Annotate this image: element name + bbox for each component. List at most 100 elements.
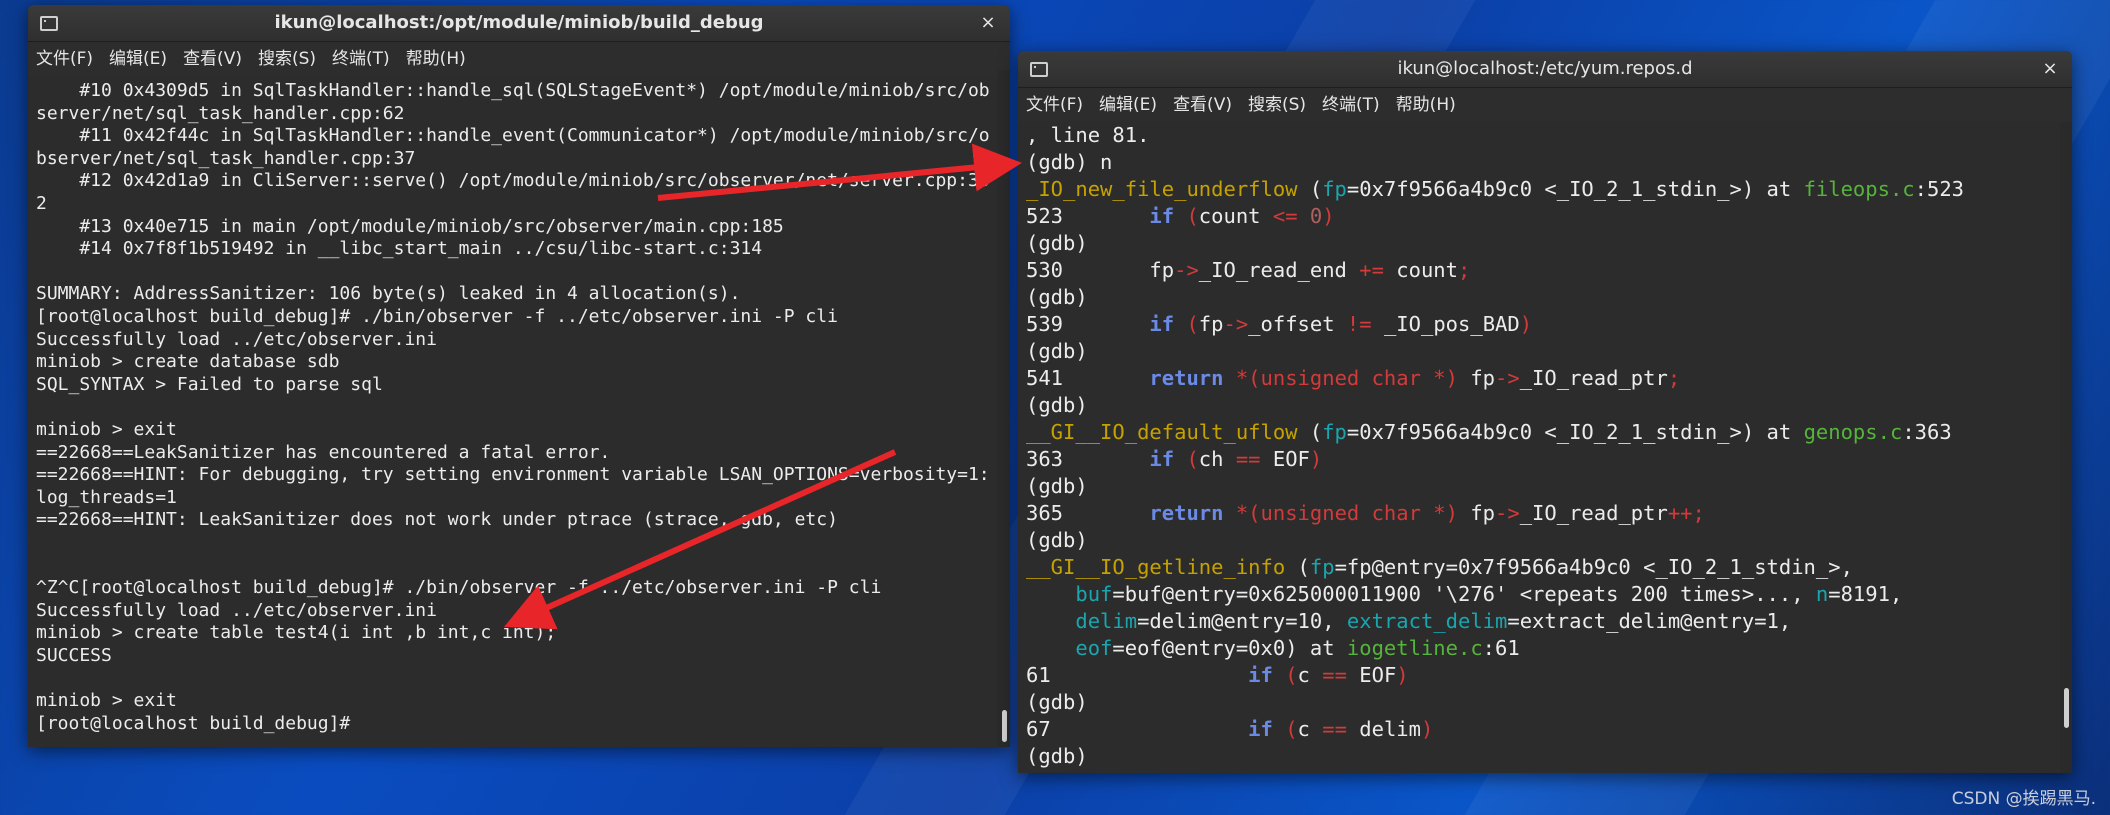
gdb-line: (gdb) xyxy=(1026,473,2060,500)
terminal-line: #11 0x42f44c in SqlTaskHandler::handle_e… xyxy=(36,125,990,147)
right-window-titlebar[interactable]: ikun@localhost:/etc/yum.repos.d × xyxy=(1018,51,2072,88)
right-window-title: ikun@localhost:/etc/yum.repos.d xyxy=(1397,58,1693,79)
right-terminal-output[interactable]: , line 81. (gdb) n _IO_new_file_underflow … xyxy=(1018,122,2060,773)
right-window-menubar: 文件(F) 编辑(E) 查看(V) 搜索(S) 终端(T) 帮助(H) xyxy=(1018,88,2072,116)
gdb-token: extract_delim xyxy=(1346,609,1508,633)
gdb-line: delim=delim@entry=10, extract_delim=extr… xyxy=(1026,608,2060,635)
left-window-menubar: 文件(F) 编辑(E) 查看(V) 搜索(S) 终端(T) 帮助(H) xyxy=(28,42,1010,70)
gdb-token xyxy=(1298,204,1310,228)
gdb-token: _IO_read_end xyxy=(1198,258,1360,282)
gdb-token: ( xyxy=(1285,555,1310,579)
menu-file[interactable]: 文件(F) xyxy=(36,44,93,69)
gdb-line: 541 return *(unsigned char *) fp->_IO_re… xyxy=(1026,365,2060,392)
gdb-token: -> xyxy=(1495,501,1520,525)
terminal-line: SUMMARY: AddressSanitizer: 106 byte(s) l… xyxy=(36,283,741,305)
gdb-token: ; xyxy=(1667,366,1681,390)
close-icon[interactable]: × xyxy=(2038,51,2062,87)
gdb-line: 363 if (ch == EOF) xyxy=(1026,446,2060,473)
gdb-token: ( xyxy=(1297,177,1323,201)
gdb-token: fp xyxy=(1458,366,1496,390)
gdb-token: ) xyxy=(1519,312,1533,336)
right-scrollbar-thumb[interactable] xyxy=(2064,688,2069,728)
gdb-token: :61 xyxy=(1482,636,1520,660)
menu-help[interactable]: 帮助(H) xyxy=(1396,90,1456,115)
gdb-token: (gdb) xyxy=(1026,744,1088,768)
terminal-line: [root@localhost build_debug]# ./bin/obse… xyxy=(36,305,838,327)
gdb-token xyxy=(1026,582,1075,606)
gdb-line: __GI__IO_getline_info (fp=fp@entry=0x7f9… xyxy=(1026,554,2060,581)
menu-terminal[interactable]: 终端(T) xyxy=(1322,90,1380,115)
gdb-token: fp xyxy=(1322,420,1347,444)
gdb-token: ) xyxy=(1309,447,1323,471)
gdb-token: EOF xyxy=(1260,447,1310,471)
gdb-line: _IO_new_file_underflow (fp=0x7f9566a4b9c… xyxy=(1026,176,2060,203)
terminal-line: 2 xyxy=(36,192,47,214)
terminal-line: Successfully load ../etc/observer.ini xyxy=(36,328,437,350)
gdb-token: =delim@entry=10, xyxy=(1137,609,1347,633)
gdb-token: ) xyxy=(1322,204,1335,228)
gdb-token: ( xyxy=(1186,204,1199,228)
menu-search[interactable]: 搜索(S) xyxy=(1248,90,1306,115)
menu-view[interactable]: 查看(V) xyxy=(183,44,242,69)
left-terminal-output[interactable]: #10 0x4309d5 in SqlTaskHandler::handle_s… xyxy=(28,76,998,747)
terminal-line: ==22668==HINT: For debugging, try settin… xyxy=(36,464,990,486)
terminal-line: #12 0x42d1a9 in CliServer::serve() /opt/… xyxy=(36,170,990,192)
gdb-token: return xyxy=(1149,501,1224,525)
gdb-token: 523 xyxy=(1026,204,1150,228)
gdb-token: delim xyxy=(1075,609,1138,633)
terminal-line: miniob > exit xyxy=(36,418,177,440)
close-icon[interactable]: × xyxy=(976,5,1000,41)
gdb-token: 363 xyxy=(1026,447,1150,471)
gdb-token: 365 xyxy=(1026,501,1150,525)
terminal-line: bserver/net/sql_task_handler.cpp:37 xyxy=(36,147,416,169)
left-window-titlebar[interactable]: ikun@localhost:/opt/module/miniob/build_… xyxy=(28,5,1010,42)
gdb-token: =eof@entry=0x0) at xyxy=(1112,636,1347,660)
menu-help[interactable]: 帮助(H) xyxy=(406,44,466,69)
gdb-token: __GI__IO_default_uflow xyxy=(1026,420,1298,444)
menu-search[interactable]: 搜索(S) xyxy=(258,44,316,69)
menu-edit[interactable]: 编辑(E) xyxy=(1099,90,1157,115)
gdb-token: fp xyxy=(1309,555,1335,579)
gdb-token: :363 xyxy=(1902,420,1952,444)
gdb-token: return xyxy=(1149,366,1224,390)
menu-file[interactable]: 文件(F) xyxy=(1026,90,1083,115)
gdb-token: _offset xyxy=(1248,312,1347,336)
terminal-line: #13 0x40e715 in main /opt/module/miniob/… xyxy=(36,215,784,237)
terminal-line: ==22668==HINT: LeakSanitizer does not wo… xyxy=(36,509,838,531)
gdb-token: ++; xyxy=(1667,501,1705,525)
gdb-token: count xyxy=(1383,258,1458,282)
gdb-token: fileops.c xyxy=(1803,177,1915,201)
gdb-token: (gdb) xyxy=(1026,474,1088,498)
terminal-line: #10 0x4309d5 in SqlTaskHandler::handle_s… xyxy=(36,80,990,101)
gdb-line: , line 81. xyxy=(1026,122,2060,149)
terminal-line: Successfully load ../etc/observer.ini xyxy=(36,599,437,621)
menu-edit[interactable]: 编辑(E) xyxy=(109,44,167,69)
watermark: CSDN @挨踢黑马. xyxy=(1951,789,2096,809)
menu-terminal[interactable]: 终端(T) xyxy=(332,44,390,69)
gdb-token: genops.c xyxy=(1803,420,1903,444)
gdb-token: _IO_read_ptr xyxy=(1519,366,1668,390)
terminal-icon xyxy=(1030,62,1048,77)
left-scrollbar-thumb[interactable] xyxy=(1002,710,1007,742)
gdb-token: iogetline.c xyxy=(1346,636,1483,660)
terminal-line: ==22668==LeakSanitizer has encountered a… xyxy=(36,441,611,463)
gdb-token: 67 xyxy=(1026,717,1249,741)
menu-view[interactable]: 查看(V) xyxy=(1173,90,1232,115)
right-scrollbar[interactable] xyxy=(2060,122,2072,773)
gdb-token: ( xyxy=(1285,663,1298,687)
gdb-token: 0 xyxy=(1309,204,1323,228)
gdb-token xyxy=(1223,366,1235,390)
gdb-token xyxy=(1174,312,1186,336)
left-window-title: ikun@localhost:/opt/module/miniob/build_… xyxy=(274,12,764,33)
gdb-token: count xyxy=(1198,204,1273,228)
gdb-line: 530 fp->_IO_read_end += count; xyxy=(1026,257,2060,284)
gdb-token: c xyxy=(1297,663,1323,687)
gdb-token: *(unsigned char *) xyxy=(1235,366,1458,390)
gdb-line: buf=buf@entry=0x625000011900 '\276' <rep… xyxy=(1026,581,2060,608)
gdb-token: <= xyxy=(1272,204,1298,228)
left-scrollbar[interactable] xyxy=(998,70,1010,747)
